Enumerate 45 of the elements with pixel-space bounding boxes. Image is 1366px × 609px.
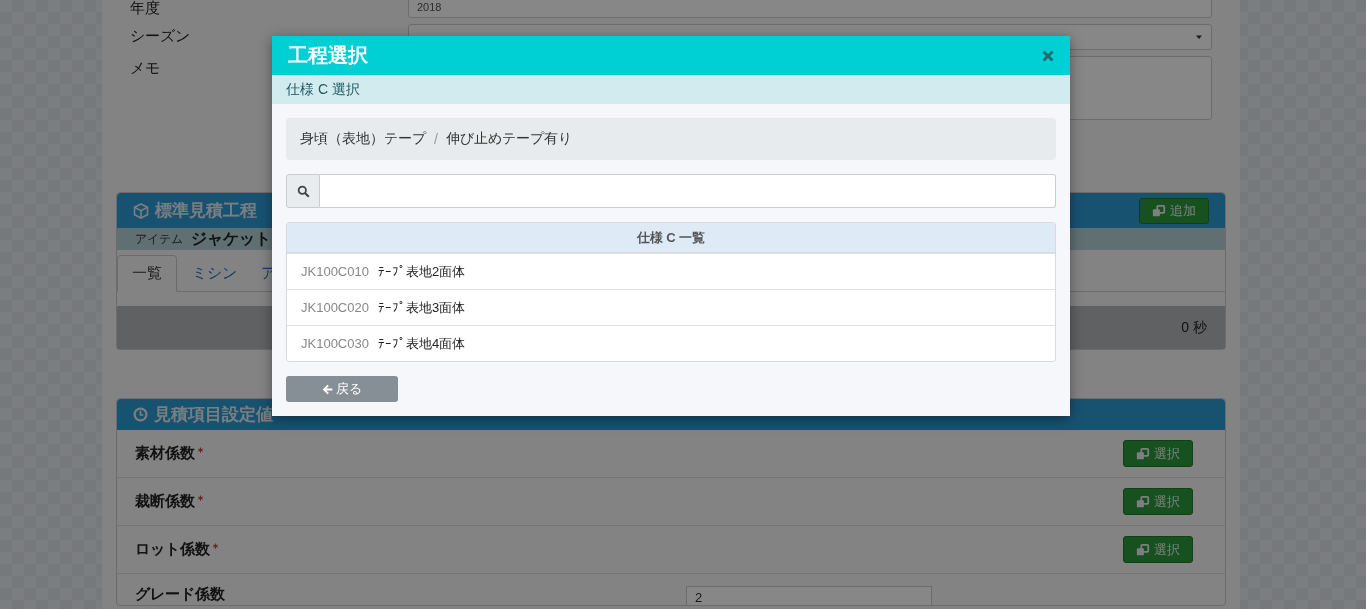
setting-label: ロット係数 (135, 540, 210, 559)
arrow-left-icon (322, 383, 333, 395)
panel-title: 見積項目設定値 (154, 404, 273, 426)
required-icon (197, 447, 204, 454)
window-icon (1136, 542, 1150, 557)
dialog-title: 工程選択 (288, 43, 368, 68)
panel-title: 標準見積工程 (155, 200, 257, 222)
select-button[interactable]: 選択 (1123, 536, 1193, 563)
item-value: ジャケット (191, 228, 271, 249)
setting-label: 裁断係数 (135, 492, 195, 511)
back-button[interactable]: 戻る (286, 376, 398, 402)
item-code: JK100C030 (301, 336, 369, 351)
caret-icon (1195, 33, 1203, 41)
required-icon (197, 495, 204, 502)
clock-icon (133, 407, 148, 422)
field-label: 年度 (130, 0, 161, 18)
breadcrumb-item[interactable]: 身頃（表地）テープ (300, 130, 426, 148)
select-button[interactable]: 選択 (1123, 440, 1193, 467)
dialog-subtitle: 仕様 C 選択 (272, 75, 1070, 104)
required-icon (212, 543, 219, 550)
window-icon (1136, 446, 1150, 461)
item-code: JK100C010 (301, 264, 369, 279)
search-icon (296, 184, 310, 198)
add-button[interactable]: 追加 (1139, 197, 1209, 224)
setting-label: 素材係数 (135, 444, 195, 463)
tab[interactable]: 一覧 (117, 255, 177, 292)
item-label: アイテム (135, 230, 183, 248)
setting-label: グレード係数 (135, 585, 225, 604)
search-field[interactable] (320, 174, 1056, 208)
list-item[interactable]: JK100C010 ﾃｰﾌﾟ表地2面体 (287, 253, 1055, 289)
cube-icon (133, 202, 149, 219)
list-item[interactable]: JK100C020 ﾃｰﾌﾟ表地3面体 (287, 289, 1055, 325)
list-item[interactable]: JK100C030 ﾃｰﾌﾟ表地4面体 (287, 325, 1055, 361)
breadcrumb-separator: / (434, 131, 438, 147)
window-icon (1136, 494, 1150, 509)
window-icon (1152, 203, 1166, 218)
select-button[interactable]: 選択 (1123, 488, 1193, 515)
field-label: シーズン (130, 26, 191, 46)
list-header: 仕様 C 一覧 (287, 223, 1055, 253)
input-field[interactable]: 2018 (408, 0, 1212, 18)
breadcrumb-item[interactable]: 伸び止めテープ有り (445, 130, 572, 148)
field-label: メモ (130, 58, 161, 78)
tab[interactable]: ミシン (177, 255, 252, 292)
item-name: ﾃｰﾌﾟ表地2面体 (377, 262, 466, 281)
input-field[interactable]: 2 (686, 586, 932, 605)
